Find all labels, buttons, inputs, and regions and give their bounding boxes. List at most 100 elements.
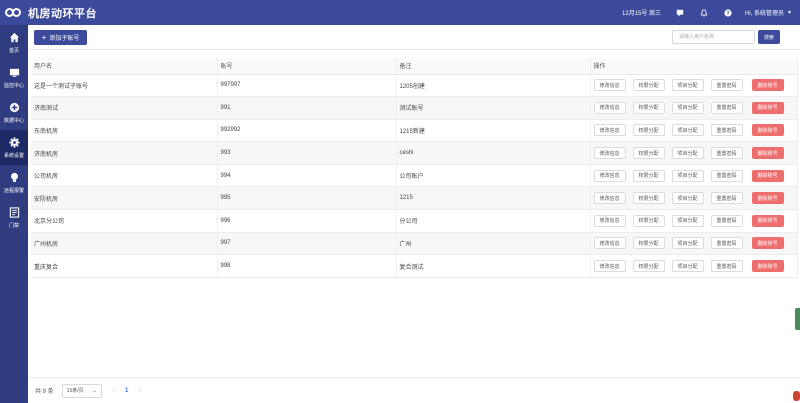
- delete-account-button[interactable]: 删除账号: [751, 260, 784, 273]
- bell-icon[interactable]: [697, 6, 711, 20]
- sidebar: 首页监控中心 数据中心 系统设置 远程报警门禁: [0, 25, 28, 403]
- delete-account-button[interactable]: 删除账号: [751, 101, 784, 114]
- assign-projects-button[interactable]: 项目分配: [671, 124, 704, 137]
- assign-permissions-button[interactable]: 权限分配: [632, 147, 665, 160]
- table-row: 重庆复合 998 复合测试 修改信息 权限分配 项目分配 重置密码 删除账号: [31, 254, 798, 278]
- cell-actions: 修改信息 权限分配 项目分配 重置密码 删除账号: [590, 74, 798, 98]
- search-button[interactable]: 搜索: [758, 30, 780, 44]
- assign-permissions-button[interactable]: 权限分配: [632, 192, 665, 205]
- cell-actions: 修改信息 权限分配 项目分配 重置密码 删除账号: [590, 96, 798, 120]
- assign-permissions-button[interactable]: 权限分配: [632, 260, 665, 273]
- cell-account: 993: [217, 141, 397, 165]
- cell-name: 公司机房: [31, 164, 218, 188]
- svg-text:?: ?: [726, 10, 730, 16]
- row-actions: 修改信息 权限分配 项目分配 重置密码 删除账号: [593, 124, 797, 137]
- edit-info-button[interactable]: 修改信息: [593, 192, 626, 205]
- add-subaccount-button[interactable]: + 添加子账号: [34, 30, 87, 45]
- next-page-icon[interactable]: ›: [138, 387, 140, 394]
- cell-actions: 修改信息 权限分配 项目分配 重置密码 删除账号: [590, 141, 798, 165]
- app-logo[interactable]: 机房动环平台: [5, 5, 97, 21]
- assign-permissions-button[interactable]: 权限分配: [632, 237, 665, 250]
- reset-password-button[interactable]: 重置密码: [710, 101, 743, 114]
- search-input[interactable]: [672, 30, 755, 44]
- add-subaccount-label: 添加子账号: [49, 36, 80, 42]
- cell-account: 997997: [217, 74, 397, 98]
- account-table: 用户名 账号 备注 操作 这是一个测试子账号 997997 1205创建 修改信息 权限…: [31, 58, 798, 278]
- prev-page-icon[interactable]: ‹: [113, 387, 115, 394]
- column-header-note: 备注: [396, 58, 591, 75]
- reset-password-button[interactable]: 重置密码: [710, 237, 743, 250]
- edit-info-button[interactable]: 修改信息: [593, 169, 626, 182]
- edit-info-button[interactable]: 修改信息: [593, 101, 626, 114]
- top-bar: 机房动环平台 12月15号 周三 ? Hi, 系统管理员 ▼: [0, 0, 800, 25]
- reset-password-button[interactable]: 重置密码: [710, 147, 743, 160]
- help-icon[interactable]: ?: [721, 6, 735, 20]
- reset-password-button[interactable]: 重置密码: [710, 260, 743, 273]
- edit-info-button[interactable]: 修改信息: [593, 237, 626, 250]
- floating-widget[interactable]: [793, 391, 800, 401]
- reset-password-button[interactable]: 重置密码: [710, 169, 743, 182]
- sidebar-item-home[interactable]: 首页: [0, 25, 28, 60]
- assign-projects-button[interactable]: 项目分配: [671, 260, 704, 273]
- sidebar-item-access-control[interactable]: 门禁: [0, 200, 28, 235]
- assign-projects-button[interactable]: 项目分配: [671, 192, 704, 205]
- current-date: 12月15号 周三: [622, 11, 662, 17]
- sidebar-item-label: 门禁: [8, 222, 19, 229]
- cell-actions: 修改信息 权限分配 项目分配 重置密码 删除账号: [590, 186, 798, 211]
- page-number-current[interactable]: 1: [125, 388, 128, 394]
- main-content: + 添加子账号 搜索 用户名 账号 备注 操作 这是一个测试子账号9979971…: [28, 25, 800, 403]
- cell-note: 1215新建: [396, 119, 591, 143]
- sidebar-item-label: 首页: [8, 47, 19, 54]
- sidebar-item-monitor-center[interactable]: 监控中心: [0, 60, 28, 95]
- assign-permissions-button[interactable]: 权限分配: [632, 79, 665, 92]
- assign-projects-button[interactable]: 项目分配: [671, 79, 704, 92]
- assign-projects-button[interactable]: 项目分配: [671, 214, 704, 227]
- delete-account-button[interactable]: 删除账号: [751, 214, 784, 227]
- page-size-select[interactable]: 15条/页 ⌄: [61, 383, 102, 398]
- message-icon[interactable]: [673, 6, 687, 20]
- cell-name: 重庆复合: [31, 254, 218, 278]
- sidebar-item-system-settings[interactable]: 系统设置: [0, 130, 28, 165]
- reset-password-button[interactable]: 重置密码: [710, 79, 743, 92]
- gear-icon: [8, 136, 20, 152]
- delete-account-button[interactable]: 删除账号: [751, 237, 784, 250]
- edit-info-button[interactable]: 修改信息: [593, 260, 626, 273]
- table-row: 济南测试 991 测试账号 修改信息 权限分配 项目分配 重置密码 删除账号: [31, 96, 798, 120]
- assign-permissions-button[interactable]: 权限分配: [632, 214, 665, 227]
- cell-actions: 修改信息 权限分配 项目分配 重置密码 删除账号: [590, 209, 798, 233]
- monitor-icon: [9, 67, 20, 82]
- cell-actions: 修改信息 权限分配 项目分配 重置密码 删除账号: [590, 164, 798, 188]
- table-row: 济南机房 993 ceshi 修改信息 权限分配 项目分配 重置密码 删除账号: [31, 141, 798, 165]
- cell-note: 1215: [396, 186, 591, 211]
- delete-account-button[interactable]: 删除账号: [751, 169, 784, 182]
- reset-password-button[interactable]: 重置密码: [710, 192, 743, 205]
- edit-info-button[interactable]: 修改信息: [593, 147, 626, 160]
- assign-projects-button[interactable]: 项目分配: [671, 169, 704, 182]
- sidebar-item-data-center[interactable]: 数据中心: [0, 95, 28, 130]
- assign-projects-button[interactable]: 项目分配: [671, 101, 704, 114]
- reset-password-button[interactable]: 重置密码: [710, 214, 743, 227]
- edit-info-button[interactable]: 修改信息: [593, 214, 626, 227]
- chevron-down-icon: ⌄: [92, 387, 97, 394]
- edit-info-button[interactable]: 修改信息: [593, 79, 626, 92]
- assign-permissions-button[interactable]: 权限分配: [632, 169, 665, 182]
- assign-projects-button[interactable]: 项目分配: [671, 237, 704, 250]
- delete-account-button[interactable]: 删除账号: [751, 192, 784, 205]
- user-menu[interactable]: Hi, 系统管理员 ▼: [745, 8, 792, 18]
- edit-info-button[interactable]: 修改信息: [593, 124, 626, 137]
- reset-password-button[interactable]: 重置密码: [710, 124, 743, 137]
- delete-account-button[interactable]: 删除账号: [751, 147, 784, 160]
- chevron-down-icon: ▼: [787, 9, 792, 16]
- plus-circle-icon: [9, 102, 20, 117]
- delete-account-button[interactable]: 删除账号: [751, 124, 784, 137]
- assign-permissions-button[interactable]: 权限分配: [632, 101, 665, 114]
- toolbar: + 添加子账号 搜索: [28, 25, 800, 50]
- assign-projects-button[interactable]: 项目分配: [671, 147, 704, 160]
- side-panel-handle[interactable]: [795, 308, 800, 330]
- cell-account: 997: [217, 232, 397, 256]
- delete-account-button[interactable]: 删除账号: [751, 79, 784, 92]
- assign-permissions-button[interactable]: 权限分配: [632, 124, 665, 137]
- cell-name: 北京分公司: [31, 209, 218, 233]
- cell-note: 1205创建: [396, 74, 591, 98]
- sidebar-item-remote-alarm[interactable]: 远程报警: [0, 165, 28, 200]
